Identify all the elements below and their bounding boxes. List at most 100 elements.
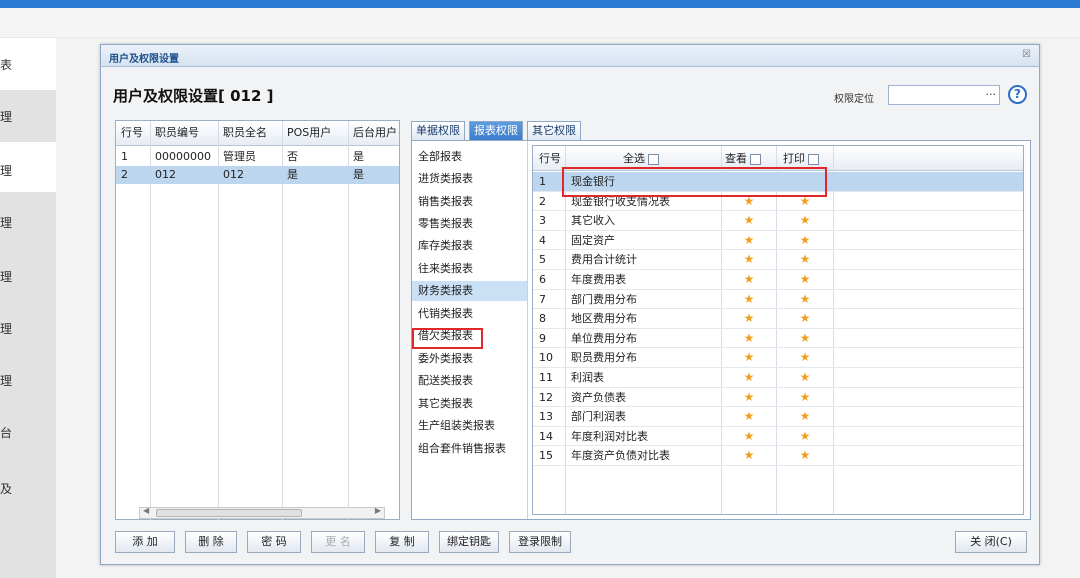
category-consignment[interactable]: 代销类报表: [418, 304, 526, 324]
category-accounts[interactable]: 往来类报表: [418, 259, 526, 279]
add-button[interactable]: 添 加: [115, 531, 175, 553]
nav-item-label: 理: [0, 321, 13, 336]
print-permission-star[interactable]: ★: [777, 309, 833, 328]
copy-button[interactable]: 复 制: [375, 531, 429, 553]
nav-item-label: 理: [0, 163, 13, 178]
view-all-checkbox[interactable]: 查看: [725, 149, 777, 168]
nav-item-6[interactable]: 理: [0, 302, 56, 354]
nav-item-3[interactable]: 理: [0, 144, 56, 196]
table-row[interactable]: 13 部门利润表 ★ ★: [533, 407, 1023, 427]
table-row[interactable]: 7 部门费用分布 ★ ★: [533, 290, 1023, 310]
top-accent-bar: [0, 0, 1080, 8]
nav-item-4[interactable]: 理: [0, 196, 56, 248]
close-button[interactable]: 关 闭(C): [955, 531, 1027, 553]
table-row[interactable]: 3 其它收入 ★ ★: [533, 211, 1023, 231]
print-permission-star[interactable]: ★: [777, 329, 833, 348]
select-all-checkbox[interactable]: 全选: [623, 149, 723, 168]
table-row[interactable]: 8 地区费用分布 ★ ★: [533, 309, 1023, 329]
print-permission-star[interactable]: ★: [777, 250, 833, 269]
category-outsourcing[interactable]: 委外类报表: [418, 349, 526, 369]
print-permission-star[interactable]: ★: [777, 427, 833, 446]
nav-item-5[interactable]: 理: [0, 250, 56, 302]
locate-input[interactable]: ···: [888, 85, 1000, 105]
nav-item-8[interactable]: 台: [0, 406, 56, 458]
tab-report-permission[interactable]: 报表权限: [469, 121, 523, 140]
scroll-right-icon[interactable]: ▶: [375, 506, 381, 515]
view-permission-star[interactable]: ★: [722, 211, 776, 230]
category-other[interactable]: 其它类报表: [418, 394, 526, 414]
scroll-thumb[interactable]: [156, 509, 302, 517]
cell-row-no: 12: [539, 390, 553, 404]
help-icon[interactable]: ?: [1008, 85, 1027, 104]
category-inventory[interactable]: 库存类报表: [418, 236, 526, 256]
table-row[interactable]: 1 00000000 管理员 否 是: [116, 148, 399, 166]
col-header-backend-user[interactable]: 后台用户: [348, 124, 400, 142]
print-permission-star[interactable]: ★: [777, 388, 833, 407]
view-permission-star[interactable]: ★: [722, 329, 776, 348]
category-all-reports[interactable]: 全部报表: [418, 147, 526, 167]
nav-item-2[interactable]: 理: [0, 90, 56, 142]
category-purchase[interactable]: 进货类报表: [418, 169, 526, 189]
table-row[interactable]: 6 年度费用表 ★ ★: [533, 270, 1023, 290]
ellipsis-icon[interactable]: ···: [986, 88, 997, 101]
print-permission-star[interactable]: ★: [777, 270, 833, 289]
col-header-staff-no[interactable]: 职员编号: [150, 124, 218, 142]
table-row[interactable]: 12 资产负债表 ★ ★: [533, 388, 1023, 408]
view-permission-star[interactable]: ★: [722, 446, 776, 465]
view-permission-star[interactable]: ★: [722, 231, 776, 250]
nav-item-7[interactable]: 理: [0, 354, 56, 406]
category-production[interactable]: 生产组装类报表: [418, 416, 526, 436]
category-bundle-sales[interactable]: 组合套件销售报表: [418, 439, 526, 459]
password-button[interactable]: 密 码: [247, 531, 301, 553]
category-sales[interactable]: 销售类报表: [418, 192, 526, 212]
scroll-left-icon[interactable]: ◀: [143, 506, 149, 515]
tab-other-permission[interactable]: 其它权限: [527, 121, 581, 140]
print-all-checkbox[interactable]: 打印: [783, 149, 835, 168]
table-row[interactable]: 11 利润表 ★ ★: [533, 368, 1023, 388]
cell-row-no: 7: [539, 292, 546, 306]
table-row[interactable]: 10 职员费用分布 ★ ★: [533, 348, 1023, 368]
print-permission-star[interactable]: ★: [777, 368, 833, 387]
category-retail[interactable]: 零售类报表: [418, 214, 526, 234]
tab-document-permission[interactable]: 单据权限: [411, 121, 465, 140]
view-permission-star[interactable]: ★: [722, 407, 776, 426]
print-permission-star[interactable]: ★: [777, 231, 833, 250]
table-row[interactable]: 4 固定资产 ★ ★: [533, 231, 1023, 251]
print-permission-star[interactable]: ★: [777, 211, 833, 230]
horizontal-scrollbar[interactable]: ◀ ▶: [139, 506, 385, 519]
table-row[interactable]: 5 费用合计统计 ★ ★: [533, 250, 1023, 270]
category-finance[interactable]: 财务类报表: [412, 281, 527, 301]
cell-row-no: 1: [121, 150, 128, 163]
view-permission-star[interactable]: ★: [722, 270, 776, 289]
delete-button[interactable]: 删 除: [185, 531, 237, 553]
checkbox-icon[interactable]: [750, 153, 761, 165]
nav-item-9[interactable]: 及: [0, 462, 56, 514]
table-row[interactable]: 9 单位费用分布 ★ ★: [533, 329, 1023, 349]
table-row[interactable]: 15 年度资产负债对比表 ★ ★: [533, 446, 1023, 466]
print-permission-star[interactable]: ★: [777, 290, 833, 309]
view-permission-star[interactable]: ★: [722, 250, 776, 269]
col-header-row[interactable]: 行号: [116, 124, 150, 142]
category-delivery[interactable]: 配送类报表: [418, 371, 526, 391]
close-icon[interactable]: ☒: [1022, 49, 1031, 60]
view-permission-star[interactable]: ★: [722, 388, 776, 407]
col-header-pos-user[interactable]: POS用户: [282, 124, 348, 142]
table-row-selected[interactable]: 2 012 012 是 是: [116, 166, 399, 184]
col-header-staff-name[interactable]: 职员全名: [218, 124, 282, 142]
table-row[interactable]: 14 年度利润对比表 ★ ★: [533, 427, 1023, 447]
bind-key-button[interactable]: 绑定钥匙: [439, 531, 499, 553]
view-permission-star[interactable]: ★: [722, 348, 776, 367]
first-row-highlight: [562, 167, 827, 197]
rename-button[interactable]: 更 名: [311, 531, 365, 553]
view-permission-star[interactable]: ★: [722, 368, 776, 387]
print-permission-star[interactable]: ★: [777, 407, 833, 426]
view-permission-star[interactable]: ★: [722, 309, 776, 328]
print-permission-star[interactable]: ★: [777, 446, 833, 465]
view-permission-star[interactable]: ★: [722, 290, 776, 309]
view-permission-star[interactable]: ★: [722, 427, 776, 446]
nav-item-1[interactable]: 表: [0, 38, 56, 90]
checkbox-icon[interactable]: [808, 153, 819, 165]
login-limit-button[interactable]: 登录限制: [509, 531, 571, 553]
print-permission-star[interactable]: ★: [777, 348, 833, 367]
checkbox-icon[interactable]: [648, 153, 659, 165]
